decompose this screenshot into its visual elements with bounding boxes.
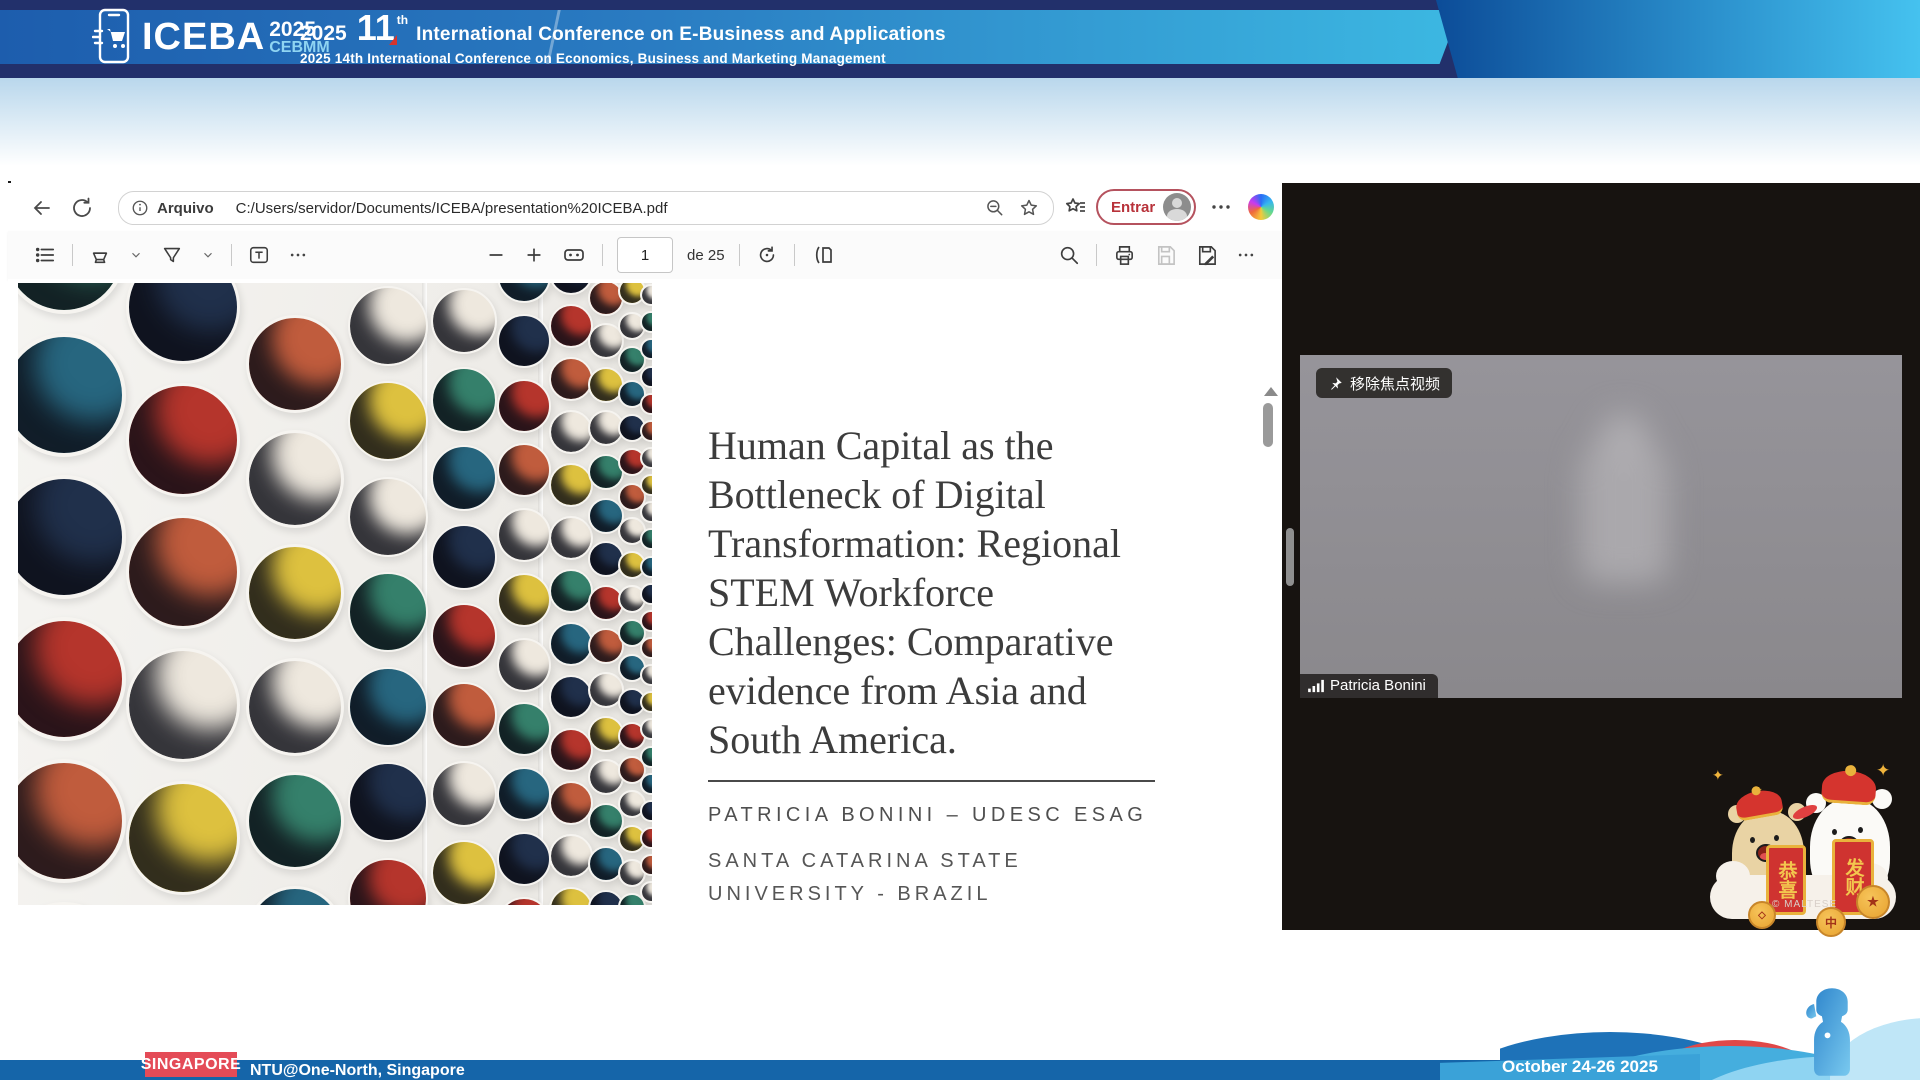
affiliation-line1: SANTA CATARINA STATE: [708, 845, 1188, 878]
toc-button[interactable]: [32, 242, 58, 268]
pdf-more-icon[interactable]: [1234, 248, 1258, 262]
pdf-toolbar: de 25: [8, 231, 1282, 280]
divider: [602, 244, 603, 266]
title-ordinal: th: [397, 13, 408, 27]
participant-name: Patricia Bonini: [1330, 677, 1426, 694]
sparkle-icon: ✦: [1876, 761, 1890, 781]
refresh-button[interactable]: [70, 195, 96, 221]
divider: [72, 244, 73, 266]
back-button[interactable]: [30, 195, 56, 221]
title-year: 2025: [300, 22, 347, 46]
sign-in-label: Entrar: [1111, 199, 1155, 216]
sign-in-button[interactable]: Entrar: [1096, 189, 1196, 225]
video-panel: 移除焦点视频 Patricia Bonini ✦ ✦ +: [1282, 183, 1920, 930]
save-as-button[interactable]: [1193, 242, 1220, 269]
coin-icon: 中: [1816, 907, 1846, 937]
remove-spotlight-label: 移除焦点视频: [1350, 373, 1440, 394]
info-icon: [131, 199, 149, 217]
title-number: 11: [357, 14, 395, 43]
slide-author: PATRICIA BONINI – UDESC ESAG: [708, 804, 1188, 827]
banner-fade: [0, 78, 1920, 166]
conference-banner: ICEBA 2025 CEBMM 2025 11 th Internationa…: [0, 0, 1920, 78]
logo-brand: ICEBA: [142, 18, 265, 56]
remove-spotlight-button[interactable]: 移除焦点视频: [1316, 368, 1452, 398]
url-text: C:/Users/servidor/Documents/ICEBA/presen…: [236, 200, 985, 217]
cloud-bump: [1716, 861, 1750, 891]
coin-icon: ◇: [1748, 901, 1776, 929]
divider: [231, 244, 232, 266]
toolbar-more-icon[interactable]: [286, 248, 310, 262]
zoom-out-page-button[interactable]: [484, 243, 508, 267]
divider: [1096, 244, 1097, 266]
sticker-hat-right: [1821, 769, 1877, 806]
highlighter-dropdown[interactable]: [127, 246, 145, 264]
copilot-icon[interactable]: [1248, 194, 1274, 220]
iceba-logo: ICEBA 2025 CEBMM: [92, 7, 330, 67]
draw-dropdown[interactable]: [199, 246, 217, 264]
favorite-star-icon[interactable]: [1019, 198, 1039, 218]
divider: [739, 244, 740, 266]
divider: [794, 244, 795, 266]
page-number-input[interactable]: [617, 237, 673, 273]
save-button[interactable]: [1152, 242, 1179, 269]
browser-address-bar: Arquivo C:/Users/servidor/Documents/ICEB…: [8, 183, 1282, 232]
highlighter-button[interactable]: [87, 242, 113, 268]
search-button[interactable]: [1056, 242, 1082, 268]
conference-title-line1: 2025 11 th International Conference on E…: [300, 14, 946, 46]
merlion-graphic: [1798, 986, 1866, 1078]
browser-menu-icon[interactable]: [1210, 201, 1232, 213]
slide-title: Human Capital as the Bottleneck of Digit…: [708, 421, 1188, 764]
slide-divider-line: [708, 780, 1155, 782]
favorites-bar-icon[interactable]: [1064, 196, 1088, 220]
coin-icon: ★: [1856, 885, 1890, 919]
add-text-button[interactable]: [246, 242, 272, 268]
footer-venue: NTU@One-North, Singapore: [250, 1062, 465, 1080]
fit-width-button[interactable]: [560, 241, 588, 269]
draw-button[interactable]: [159, 242, 185, 268]
print-button[interactable]: [1111, 242, 1138, 269]
banner-right-shape: [1436, 0, 1920, 78]
participant-video[interactable]: 移除焦点视频 Patricia Bonini: [1300, 355, 1902, 698]
slide-text-block: Human Capital as the Bottleneck of Digit…: [708, 421, 1188, 911]
conference-title-line2: 2025 14th International Conference on Ec…: [300, 51, 946, 66]
panel-divider-grip[interactable]: [1286, 528, 1294, 586]
scroll-up-arrow[interactable]: [1264, 387, 1278, 396]
browser-window: Arquivo C:/Users/servidor/Documents/ICEB…: [8, 183, 1282, 930]
footer-location-badge: SINGAPORE: [145, 1052, 237, 1077]
slide-affiliation: SANTA CATARINA STATE UNIVERSITY - BRAZIL: [708, 845, 1188, 911]
title-text: International Conference on E-Business a…: [416, 24, 946, 46]
sticker-overlay: ✦ ✦ + 恭喜 发财: [1706, 763, 1906, 925]
pdf-page: Human Capital as the Bottleneck of Digit…: [8, 279, 1282, 930]
sparkle-icon: ✦: [1712, 767, 1724, 784]
avatar: [1163, 193, 1191, 221]
participant-name-tag: Patricia Bonini: [1300, 674, 1438, 698]
zoom-out-icon[interactable]: [985, 198, 1005, 218]
screen: ICEBA 2025 CEBMM 2025 11 th Internationa…: [0, 0, 1920, 1080]
affiliation-line2: UNIVERSITY - BRAZIL: [708, 878, 1188, 911]
blurred-participant: [1580, 433, 1668, 583]
pin-icon: [1328, 376, 1343, 391]
page-total-label: de 25: [687, 247, 725, 264]
conference-dates: October 24-26 2025: [1502, 1057, 1658, 1077]
zoom-in-page-button[interactable]: [522, 243, 546, 267]
signal-bars-icon: [1308, 679, 1324, 693]
slide-cover-photo: [18, 283, 652, 905]
phone-cart-icon: [92, 7, 134, 67]
address-url-field[interactable]: Arquivo C:/Users/servidor/Documents/ICEB…: [118, 191, 1054, 225]
banner-titles: 2025 11 th International Conference on E…: [300, 14, 946, 66]
file-scheme-label: Arquivo: [157, 200, 214, 217]
page-view-button[interactable]: [809, 241, 837, 269]
vertical-scrollbar-thumb[interactable]: [1263, 403, 1273, 447]
rotate-button[interactable]: [754, 242, 780, 268]
